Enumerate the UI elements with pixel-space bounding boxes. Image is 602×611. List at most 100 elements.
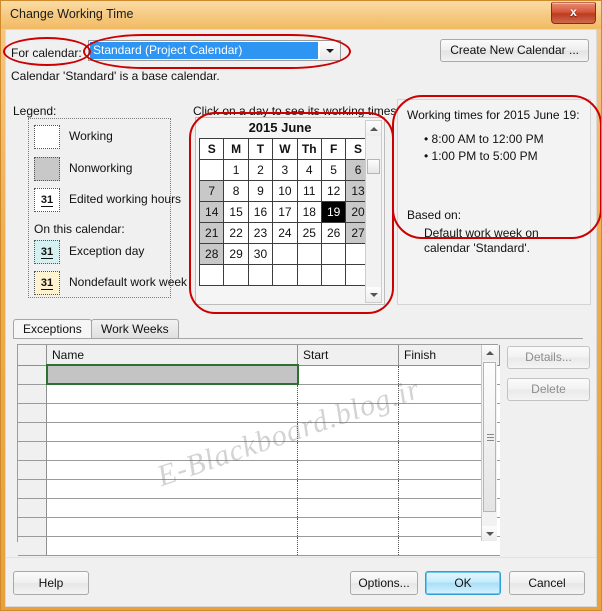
triangle-up-icon[interactable] bbox=[366, 121, 381, 136]
table-row[interactable] bbox=[18, 460, 500, 480]
table-row[interactable] bbox=[18, 422, 500, 442]
calendar-day-10[interactable]: 10 bbox=[272, 180, 298, 202]
exceptions-table-wrapper[interactable]: Name Start Finish bbox=[17, 344, 500, 556]
row-header-cell[interactable] bbox=[18, 479, 47, 499]
tab-exceptions[interactable]: Exceptions bbox=[13, 319, 92, 339]
options-button[interactable]: Options... bbox=[350, 571, 418, 595]
based-on-detail: Default work week on calendar 'Standard'… bbox=[424, 226, 539, 255]
close-icon[interactable]: x bbox=[551, 2, 596, 24]
calendar-day-9[interactable]: 9 bbox=[247, 180, 274, 202]
chevron-down-icon[interactable] bbox=[320, 41, 340, 60]
cell-start[interactable] bbox=[297, 365, 399, 385]
cell-start[interactable] bbox=[297, 384, 399, 404]
triangle-down-icon[interactable] bbox=[366, 287, 381, 302]
exceptions-scrollbar-thumb[interactable] bbox=[483, 362, 496, 512]
calendar-day-1[interactable]: 1 bbox=[223, 159, 249, 181]
calendar-day-23[interactable]: 23 bbox=[247, 222, 274, 244]
cell-name[interactable] bbox=[46, 441, 298, 461]
cell-start[interactable] bbox=[297, 441, 399, 461]
calendar-day-14[interactable]: 14 bbox=[198, 201, 225, 223]
calendar-day-24[interactable]: 24 bbox=[272, 222, 298, 244]
calendar-day-5[interactable]: 5 bbox=[320, 159, 347, 181]
row-header-cell[interactable] bbox=[18, 536, 47, 556]
table-row[interactable] bbox=[18, 384, 500, 404]
table-row[interactable] bbox=[18, 441, 500, 461]
delete-button[interactable]: Delete bbox=[507, 378, 590, 401]
column-header-row-number[interactable] bbox=[18, 345, 47, 366]
table-row[interactable] bbox=[18, 364, 500, 385]
calendar-day-3[interactable]: 3 bbox=[272, 159, 298, 181]
calendar-day-18[interactable]: 18 bbox=[296, 201, 322, 223]
calendar-day-11[interactable]: 11 bbox=[296, 180, 322, 202]
calendar-day-28[interactable]: 28 bbox=[198, 243, 225, 265]
calendar-day-29[interactable]: 29 bbox=[223, 243, 249, 265]
calendar-weekday-T: T bbox=[247, 138, 274, 160]
row-header-cell[interactable] bbox=[18, 441, 47, 461]
calendar-select[interactable]: Standard (Project Calendar) bbox=[88, 40, 341, 61]
triangle-up-icon[interactable] bbox=[482, 345, 497, 360]
table-row[interactable] bbox=[18, 498, 500, 518]
title-bar[interactable]: Change Working Time x bbox=[1, 1, 601, 29]
calendar-day-16[interactable]: 16 bbox=[247, 201, 274, 223]
cell-start[interactable] bbox=[297, 536, 399, 556]
table-row[interactable] bbox=[18, 479, 500, 499]
cell-name[interactable] bbox=[46, 460, 298, 480]
calendar-day-22[interactable]: 22 bbox=[223, 222, 249, 244]
edited-hours-swatch-icon: 31 bbox=[34, 188, 60, 212]
cell-name[interactable] bbox=[46, 403, 298, 423]
ok-button[interactable]: OK bbox=[425, 571, 501, 595]
cell-start[interactable] bbox=[297, 422, 399, 442]
triangle-down-icon[interactable] bbox=[482, 526, 497, 541]
month-calendar[interactable]: 2015 June S M T W Th F S 1 2 3 4 5 6 7 8 9 10 11 12 13 14 15… bbox=[195, 117, 385, 305]
calendar-scrollbar-thumb[interactable] bbox=[367, 159, 380, 174]
row-header-cell[interactable] bbox=[18, 403, 47, 423]
calendar-day-4[interactable]: 4 bbox=[296, 159, 322, 181]
row-header-cell[interactable] bbox=[18, 384, 47, 404]
column-header-start[interactable]: Start bbox=[297, 345, 399, 366]
calendar-day-26[interactable]: 26 bbox=[320, 222, 347, 244]
calendar-grid[interactable]: S M T W Th F S 1 2 3 4 5 6 7 8 9 10 11 12 13 14 15 16 17 18 19 20… bbox=[198, 138, 371, 286]
row-header-cell[interactable] bbox=[18, 422, 47, 442]
cell-name[interactable] bbox=[46, 517, 298, 537]
calendar-day-19[interactable]: 19 bbox=[320, 201, 347, 223]
calendar-day-8[interactable]: 8 bbox=[223, 180, 249, 202]
table-row[interactable] bbox=[18, 517, 500, 537]
create-new-calendar-button[interactable]: Create New Calendar ... bbox=[440, 39, 589, 62]
cell-name[interactable] bbox=[46, 536, 298, 556]
tab-work-weeks[interactable]: Work Weeks bbox=[91, 319, 179, 339]
calendar-scrollbar[interactable] bbox=[365, 120, 382, 303]
calendar-day-7[interactable]: 7 bbox=[198, 180, 225, 202]
working-times-panel: Working times for 2015 June 19: • 8:00 A… bbox=[397, 99, 591, 305]
table-row[interactable] bbox=[18, 536, 500, 556]
cell-name[interactable] bbox=[46, 498, 298, 518]
calendar-day-21[interactable]: 21 bbox=[198, 222, 225, 244]
cell-start[interactable] bbox=[297, 460, 399, 480]
calendar-week: 28 29 30 bbox=[198, 243, 371, 265]
row-header-cell[interactable] bbox=[18, 460, 47, 480]
row-header-cell[interactable] bbox=[18, 517, 47, 537]
column-header-name[interactable]: Name bbox=[46, 345, 298, 366]
calendar-day-17[interactable]: 17 bbox=[272, 201, 298, 223]
details-button[interactable]: Details... bbox=[507, 346, 590, 369]
cell-name[interactable] bbox=[46, 384, 298, 404]
cell-name[interactable] bbox=[45, 364, 299, 385]
exceptions-table[interactable]: Name Start Finish bbox=[18, 345, 500, 556]
cell-name[interactable] bbox=[46, 479, 298, 499]
calendar-day-15[interactable]: 15 bbox=[223, 201, 249, 223]
calendar-day-30[interactable]: 30 bbox=[247, 243, 274, 265]
help-button[interactable]: Help bbox=[13, 571, 89, 595]
legend-item-exception-day: 31 Exception day bbox=[29, 237, 170, 267]
calendar-day-12[interactable]: 12 bbox=[320, 180, 347, 202]
row-header-cell[interactable] bbox=[18, 365, 47, 385]
cell-start[interactable] bbox=[297, 498, 399, 518]
cancel-button[interactable]: Cancel bbox=[509, 571, 585, 595]
exceptions-scrollbar[interactable] bbox=[481, 345, 497, 541]
cell-start[interactable] bbox=[297, 479, 399, 499]
calendar-day-2[interactable]: 2 bbox=[247, 159, 274, 181]
table-row[interactable] bbox=[18, 403, 500, 423]
cell-name[interactable] bbox=[46, 422, 298, 442]
row-header-cell[interactable] bbox=[18, 498, 47, 518]
cell-start[interactable] bbox=[297, 517, 399, 537]
cell-start[interactable] bbox=[297, 403, 399, 423]
calendar-day-25[interactable]: 25 bbox=[296, 222, 322, 244]
